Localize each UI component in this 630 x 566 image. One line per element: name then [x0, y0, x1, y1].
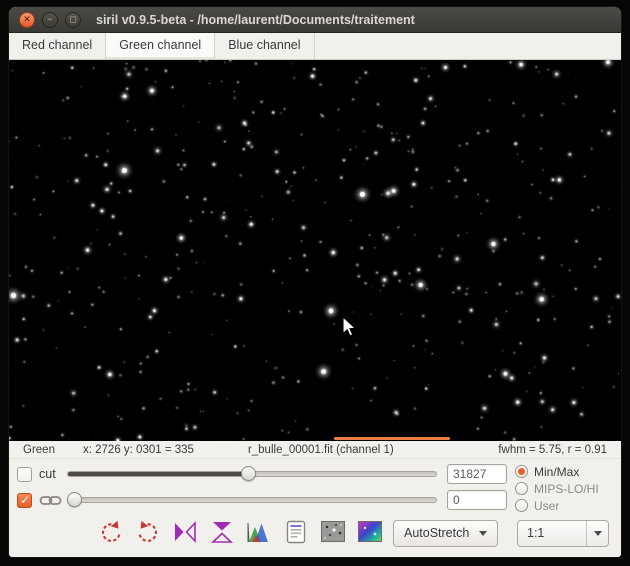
undo-button[interactable] [97, 519, 125, 547]
level-controls: cut [9, 459, 621, 513]
link-checkbox[interactable] [17, 493, 32, 508]
tab-green-channel[interactable]: Green channel [106, 33, 215, 59]
radio-icon [515, 499, 528, 512]
minimize-icon: − [47, 15, 52, 24]
radio-icon [515, 465, 528, 478]
flip-horizontal-button[interactable] [171, 519, 199, 547]
titlebar: ✕ − ◻ siril v0.9.5-beta - /home/laurent/… [9, 7, 621, 33]
scaling-mode-radiogroup: Min/Max MIPS-LO/HI User [507, 461, 613, 513]
link-icon [39, 494, 65, 507]
undo-icon [98, 519, 124, 548]
close-button[interactable]: ✕ [19, 12, 35, 28]
high-slider-fill [68, 472, 249, 476]
grayscale-preview-button[interactable] [319, 519, 347, 547]
autostretch-dropdown[interactable]: AutoStretch [393, 520, 498, 547]
zoom-caret-area[interactable] [586, 521, 608, 546]
processing-log-button[interactable] [282, 519, 310, 547]
flip-vertical-icon [209, 519, 235, 548]
high-level-slider[interactable] [67, 462, 437, 486]
status-filename: r_bulle_00001.fit (channel 1) [248, 444, 394, 456]
slider-column: cut [17, 461, 507, 513]
image-display-area[interactable] [9, 60, 622, 441]
radio-option[interactable]: MIPS-LO/HI [515, 480, 613, 497]
zoom-value: 1:1 [518, 526, 586, 540]
low-slider-track [67, 497, 437, 503]
bottom-toolbar: AutoStretch 1:1 [9, 513, 621, 558]
tab-blue-channel[interactable]: Blue channel [215, 33, 314, 59]
zoom-combobox[interactable]: 1:1 [517, 520, 609, 547]
cut-checkbox[interactable] [17, 467, 32, 482]
status-channel: Green [23, 444, 55, 456]
tab-red-channel[interactable]: Red channel [9, 33, 106, 59]
low-slider-thumb[interactable] [67, 492, 82, 507]
maximize-button[interactable]: ◻ [65, 12, 81, 28]
statusbar: Green x: 2726 y: 0301 = 335 r_bulle_0000… [9, 441, 621, 459]
siril-window: ✕ − ◻ siril v0.9.5-beta - /home/laurent/… [8, 6, 622, 558]
flip-horizontal-icon [172, 519, 198, 548]
status-coordinates: x: 2726 y: 0301 = 335 [83, 444, 194, 456]
mouse-cursor-icon [342, 316, 358, 338]
grayscale-preview-icon [321, 521, 345, 545]
chevron-down-icon [479, 531, 487, 536]
autostretch-label: AutoStretch [404, 526, 469, 540]
redo-icon [135, 519, 161, 548]
horizontal-scrollbar-thumb[interactable] [334, 437, 450, 440]
low-level-slider[interactable] [67, 488, 437, 512]
radio-option[interactable]: Min/Max [515, 463, 613, 480]
close-icon: ✕ [23, 15, 31, 24]
cut-label: cut [39, 467, 65, 481]
redo-button[interactable] [134, 519, 162, 547]
minimize-button[interactable]: − [42, 12, 58, 28]
histogram-button[interactable] [245, 519, 273, 547]
high-value-entry[interactable] [447, 464, 507, 484]
histogram-icon [246, 519, 272, 548]
processing-log-icon [284, 519, 308, 548]
low-level-row [17, 487, 507, 513]
high-level-row: cut [17, 461, 507, 487]
flip-vertical-button[interactable] [208, 519, 236, 547]
radio-option[interactable]: User [515, 497, 613, 514]
color-preview-icon [358, 521, 382, 545]
maximize-icon: ◻ [69, 15, 76, 24]
radio-icon [515, 482, 528, 495]
status-fwhm: fwhm = 5.75, r = 0.91 [498, 444, 607, 456]
color-preview-button[interactable] [356, 519, 384, 547]
window-title: siril v0.9.5-beta - /home/laurent/Docume… [96, 13, 415, 27]
low-value-entry[interactable] [447, 490, 507, 510]
starfield-canvas [9, 60, 622, 441]
high-slider-thumb[interactable] [241, 466, 256, 481]
chevron-down-icon [594, 531, 602, 536]
channel-tabbar: Red channel Green channel Blue channel [9, 33, 621, 60]
